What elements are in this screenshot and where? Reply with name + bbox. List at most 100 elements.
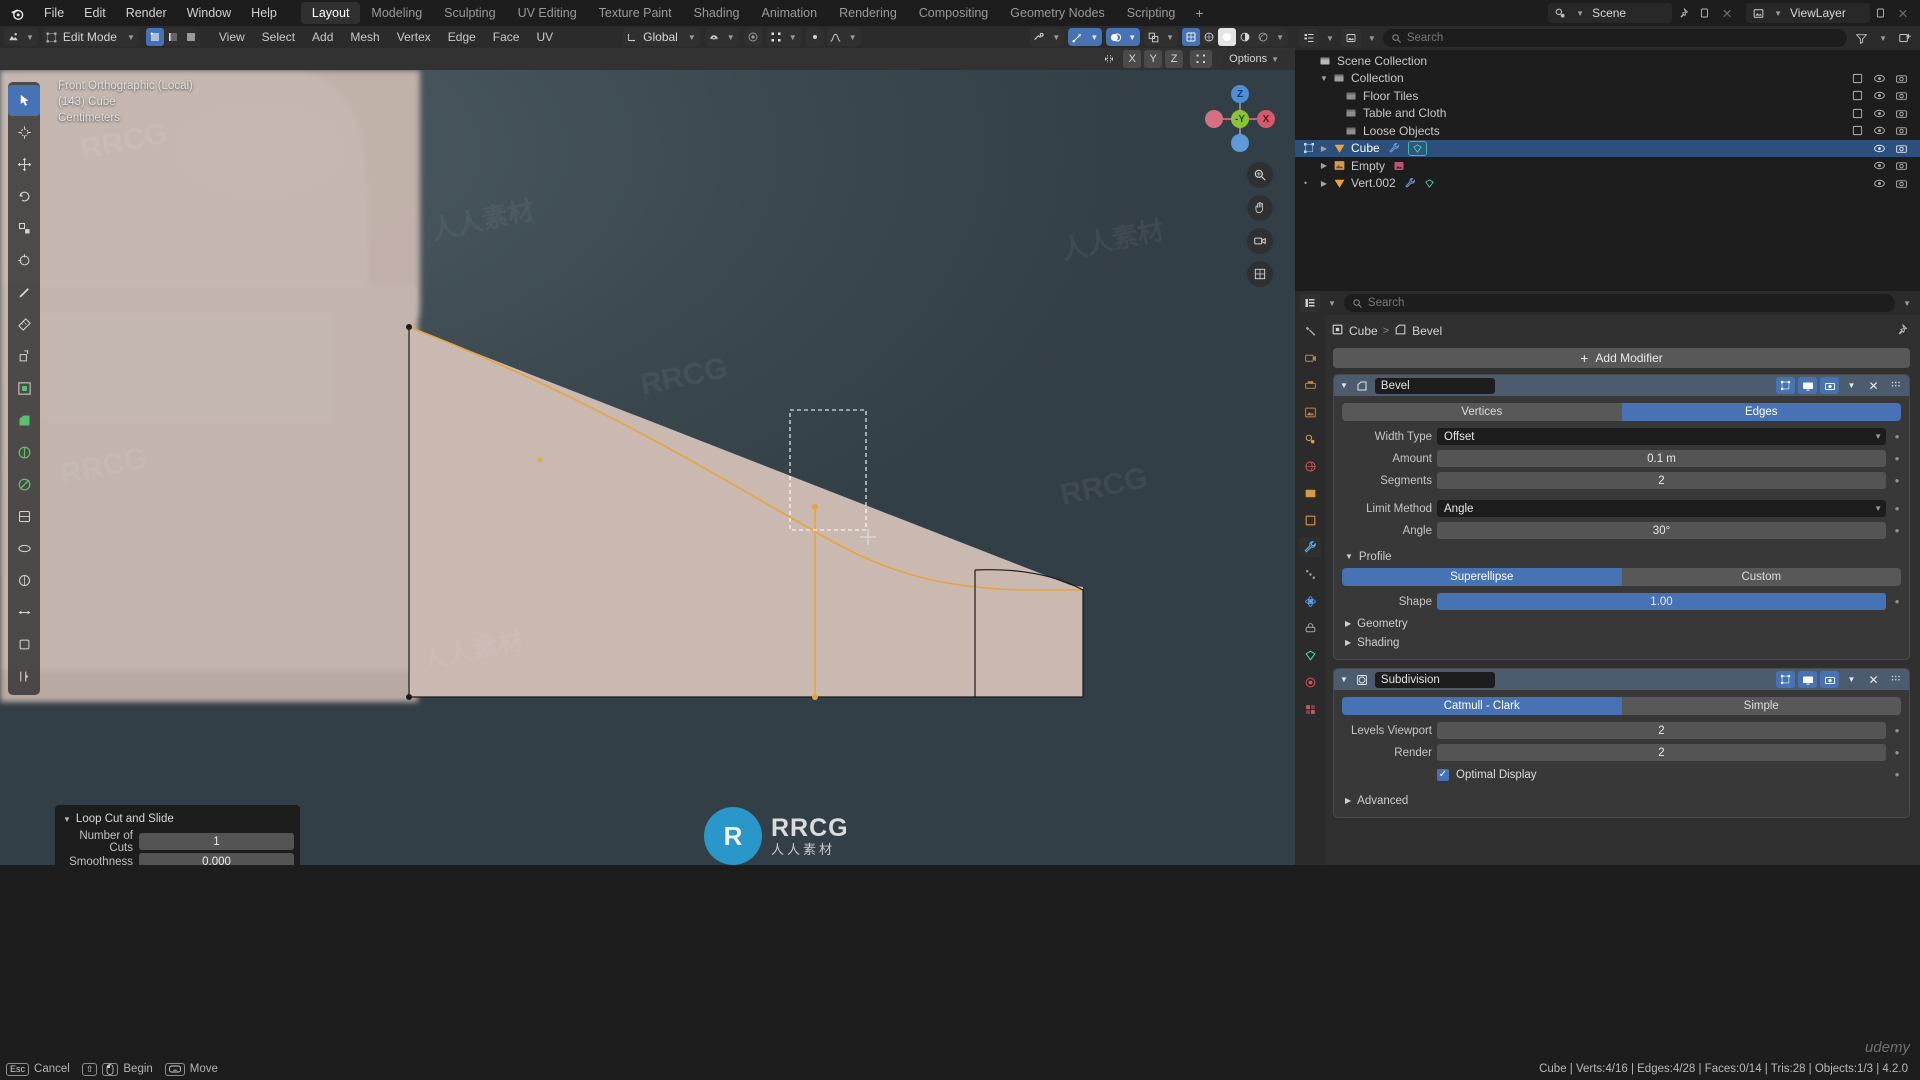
outliner-display-icon[interactable] [1299,29,1319,47]
chevron-down-icon[interactable]: ▼ [1322,34,1338,43]
eye-icon[interactable] [1868,72,1890,85]
bevel-limit-method-dropdown[interactable]: Angle ▼ [1437,500,1886,517]
bevel-segments-row[interactable]: Segments 2 • [1340,471,1903,490]
workspace-tab-compositing[interactable]: Compositing [908,2,999,24]
mesh-select-mode-group[interactable] [145,28,200,46]
tool-poly-build-icon[interactable] [8,501,40,532]
animate-property-dot[interactable]: • [1891,524,1903,537]
gizmo-axis-x[interactable]: X [1257,110,1275,128]
properties-editor[interactable]: ▼ Search ▼ Cube > Bevel + Add Modifier ▼… [1295,291,1920,865]
close-icon[interactable]: ✕ [1864,377,1883,394]
tool-cursor-icon[interactable] [8,117,40,148]
bevel-profile-section-header[interactable]: ▼ Profile [1340,547,1903,566]
exclude-checkbox[interactable] [1846,90,1868,101]
bevel-shape-row[interactable]: Shape 1.00 • [1340,592,1903,611]
camera-icon[interactable] [1890,142,1912,155]
face-select-icon[interactable] [182,28,200,46]
falloff-selector[interactable]: ▼ [826,28,861,46]
viewport-menu-edge[interactable]: Edge [440,28,484,46]
vertex-select-icon[interactable] [145,28,164,46]
mirror-options-icon[interactable] [1098,50,1120,68]
bevel-angle-row[interactable]: Angle 30° • [1340,521,1903,540]
outliner-filter-type-icon[interactable] [1340,29,1361,47]
bevel-width-type-dropdown[interactable]: Offset ▼ [1437,428,1886,445]
breadcrumb-object-name[interactable]: Cube [1349,324,1378,338]
tool-measure-icon[interactable] [8,309,40,340]
menu-edit[interactable]: Edit [74,3,116,23]
chevron-down-icon[interactable]: ▼ [1345,552,1353,561]
edit-mode-display-icon[interactable] [1776,377,1795,394]
pivot-point-selector[interactable]: ▼ [766,28,801,46]
tab-material-icon[interactable] [1299,672,1321,692]
pin-icon[interactable] [1895,323,1908,339]
camera-icon[interactable] [1890,159,1912,172]
viewport-menu-select[interactable]: Select [254,28,303,46]
close-scene-icon[interactable]: ✕ [1716,3,1738,23]
new-collection-icon[interactable] [1894,28,1916,48]
shading-mode-group[interactable]: ▼ [1182,28,1288,46]
chevron-right-icon[interactable]: ▶ [1345,619,1351,628]
bevel-width-type-row[interactable]: Width Type Offset ▼ • [1340,427,1903,446]
mode-selector[interactable]: Edit Mode ▼ [42,28,139,46]
bevel-shading-section-header[interactable]: ▶ Shading [1340,633,1903,652]
outliner-editor[interactable]: ▼ ▼ Search ▼ Scene Collection ▼ Collecti… [1295,26,1920,291]
properties-search-input[interactable]: Search [1343,294,1896,312]
eye-icon[interactable] [1868,177,1890,190]
chevron-right-icon[interactable]: ▶ [1345,638,1351,647]
realtime-display-icon[interactable] [1798,671,1817,688]
mirror-axis-x[interactable]: X [1123,50,1142,68]
gizmo-axis-z[interactable]: Z [1231,85,1249,103]
tool-extrude-icon[interactable] [8,341,40,372]
mesh-data-icon[interactable] [1424,178,1435,189]
checkbox-icon[interactable]: ✓ [1437,768,1449,781]
shading-material-icon[interactable] [1236,28,1254,46]
outliner-search-input[interactable]: Search [1382,29,1848,47]
outliner-row-loose-objects[interactable]: Loose Objects [1295,122,1920,140]
properties-content[interactable]: Cube > Bevel + Add Modifier ▼ Bevel ▼ ✕ … [1325,315,1920,865]
tab-modifier-icon[interactable] [1299,537,1321,557]
viewport-menu-uv[interactable]: UV [528,28,561,46]
ortho-persp-icon[interactable] [1247,261,1273,287]
chevron-down-icon[interactable]: ▼ [1324,299,1340,308]
add-workspace-button[interactable]: + [1186,2,1212,24]
bevel-limit-method-row[interactable]: Limit Method Angle ▼ • [1340,499,1903,518]
viewport-menu-add[interactable]: Add [304,28,341,46]
viewport-navigation-gizmo[interactable]: Z X -Y [1203,82,1277,156]
tab-view-layer-icon[interactable] [1299,402,1321,422]
outliner-tree[interactable]: Scene Collection ▼ Collection Floor Tile… [1295,50,1920,194]
camera-icon[interactable] [1890,89,1912,102]
menu-help[interactable]: Help [241,3,287,23]
workspace-tab-scripting[interactable]: Scripting [1116,2,1187,24]
workspace-tab-uv-editing[interactable]: UV Editing [507,2,588,24]
viewport-menu-vertex[interactable]: Vertex [389,28,439,46]
chevron-right-icon[interactable]: ▶ [1345,796,1351,805]
render-display-icon[interactable] [1820,377,1839,394]
bevel-affect-edges[interactable]: Edges [1621,403,1901,421]
render-display-icon[interactable] [1820,671,1839,688]
menu-file[interactable]: File [34,3,74,23]
gizmo-axis-neg-x[interactable] [1205,110,1223,128]
animate-property-dot[interactable]: • [1891,474,1903,487]
modifier-name-field[interactable]: Subdivision [1374,671,1495,688]
tool-scale-icon[interactable] [8,213,40,244]
workspace-tab-shading[interactable]: Shading [683,2,751,24]
breadcrumb-modifier-name[interactable]: Bevel [1412,324,1442,338]
tool-shrink-fatten-icon[interactable] [8,629,40,660]
operator-panel-header[interactable]: ▼ Loop Cut and Slide [55,810,300,831]
subdivision-render-value[interactable]: 2 [1437,744,1886,761]
realtime-display-icon[interactable] [1798,377,1817,394]
profile-superellipse[interactable]: Superellipse [1342,568,1622,586]
viewport-menu-view[interactable]: View [211,28,253,46]
menu-render[interactable]: Render [116,3,177,23]
mesh-data-icon[interactable] [1407,140,1427,156]
tool-inset-faces-icon[interactable] [8,373,40,404]
camera-view-icon[interactable] [1247,228,1273,254]
camera-icon[interactable] [1890,72,1912,85]
transform-orientation-selector[interactable]: Global ▼ [623,28,700,46]
funnel-icon[interactable] [1850,28,1872,48]
tool-rip-region-icon[interactable] [8,661,40,692]
bevel-affect-toggle[interactable]: Vertices Edges [1342,403,1901,421]
exclude-checkbox[interactable] [1846,108,1868,119]
close-viewlayer-icon[interactable]: ✕ [1892,3,1914,23]
tool-loop-cut-icon[interactable] [8,437,40,468]
